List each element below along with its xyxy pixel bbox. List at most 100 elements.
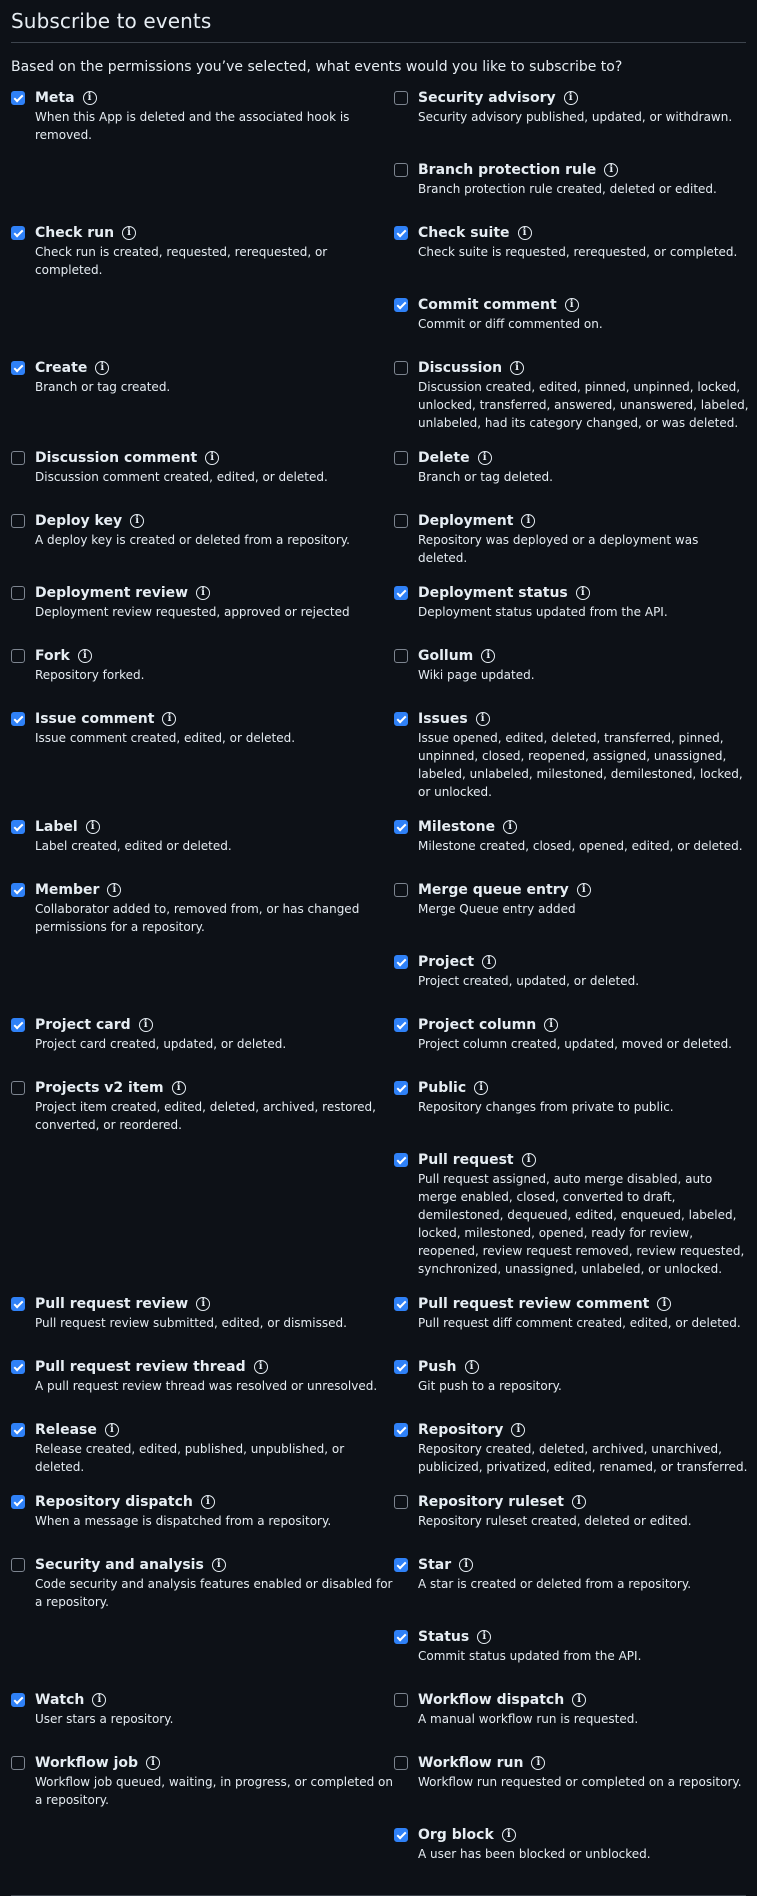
event-checkbox[interactable]	[11, 514, 25, 528]
event-title[interactable]: Projects v2 item i	[35, 1079, 394, 1097]
info-icon[interactable]: i	[107, 883, 122, 897]
event-checkbox[interactable]	[394, 820, 408, 834]
info-icon[interactable]: i	[477, 1630, 492, 1644]
event-checkbox[interactable]	[11, 1756, 25, 1770]
info-icon[interactable]: i	[475, 712, 490, 726]
info-icon[interactable]: i	[253, 1360, 268, 1374]
event-checkbox[interactable]	[394, 1297, 408, 1311]
event-title[interactable]: Project card i	[35, 1016, 394, 1034]
event-title[interactable]: Create i	[35, 359, 394, 377]
event-title[interactable]: Discussion i	[418, 359, 750, 377]
event-checkbox[interactable]	[11, 361, 25, 375]
info-icon[interactable]: i	[85, 820, 100, 834]
info-icon[interactable]: i	[572, 1693, 587, 1707]
info-icon[interactable]: i	[196, 586, 211, 600]
info-icon[interactable]: i	[196, 1297, 211, 1311]
event-title[interactable]: Fork i	[35, 647, 394, 665]
event-title[interactable]: Workflow dispatch i	[418, 1691, 750, 1709]
info-icon[interactable]: i	[122, 226, 137, 240]
event-checkbox[interactable]	[11, 1693, 25, 1707]
event-title[interactable]: Discussion comment i	[35, 449, 394, 467]
info-icon[interactable]: i	[104, 1423, 119, 1437]
event-checkbox[interactable]	[394, 451, 408, 465]
event-title[interactable]: Star i	[418, 1556, 750, 1574]
info-icon[interactable]: i	[604, 163, 619, 177]
info-icon[interactable]: i	[92, 1693, 107, 1707]
event-checkbox[interactable]	[11, 1360, 25, 1374]
event-title[interactable]: Deploy key i	[35, 512, 394, 530]
info-icon[interactable]: i	[503, 820, 518, 834]
info-icon[interactable]: i	[517, 226, 532, 240]
event-title[interactable]: Deployment status i	[418, 584, 750, 602]
event-title[interactable]: Delete i	[418, 449, 750, 467]
event-checkbox[interactable]	[11, 91, 25, 105]
event-title[interactable]: Workflow run i	[418, 1754, 750, 1772]
info-icon[interactable]: i	[544, 1018, 559, 1032]
event-title[interactable]: Pull request i	[418, 1151, 750, 1169]
event-title[interactable]: Gollum i	[418, 647, 750, 665]
event-checkbox[interactable]	[11, 712, 25, 726]
info-icon[interactable]: i	[474, 1081, 489, 1095]
event-checkbox[interactable]	[11, 1081, 25, 1095]
info-icon[interactable]: i	[205, 451, 220, 465]
info-icon[interactable]: i	[477, 451, 492, 465]
event-title[interactable]: Project column i	[418, 1016, 750, 1034]
event-title[interactable]: Check suite i	[418, 224, 750, 242]
event-title[interactable]: Project i	[418, 953, 750, 971]
event-checkbox[interactable]	[11, 586, 25, 600]
event-checkbox[interactable]	[394, 1018, 408, 1032]
event-title[interactable]: Org block i	[418, 1826, 750, 1844]
event-checkbox[interactable]	[394, 883, 408, 897]
event-checkbox[interactable]	[11, 649, 25, 663]
event-title[interactable]: Milestone i	[418, 818, 750, 836]
event-checkbox[interactable]	[394, 1693, 408, 1707]
info-icon[interactable]: i	[162, 712, 177, 726]
info-icon[interactable]: i	[531, 1756, 546, 1770]
event-checkbox[interactable]	[394, 1630, 408, 1644]
event-checkbox[interactable]	[394, 226, 408, 240]
event-checkbox[interactable]	[11, 226, 25, 240]
event-checkbox[interactable]	[11, 1495, 25, 1509]
info-icon[interactable]: i	[95, 361, 110, 375]
event-checkbox[interactable]	[394, 712, 408, 726]
event-title[interactable]: Pull request review comment i	[418, 1295, 750, 1313]
event-checkbox[interactable]	[394, 955, 408, 969]
info-icon[interactable]: i	[211, 1558, 226, 1572]
event-checkbox[interactable]	[11, 1018, 25, 1032]
event-checkbox[interactable]	[394, 1081, 408, 1095]
event-checkbox[interactable]	[11, 451, 25, 465]
event-title[interactable]: Merge queue entry i	[418, 881, 750, 899]
event-title[interactable]: Push i	[418, 1358, 750, 1376]
event-checkbox[interactable]	[394, 163, 408, 177]
event-title[interactable]: Check run i	[35, 224, 394, 242]
info-icon[interactable]: i	[511, 1423, 526, 1437]
event-checkbox[interactable]	[11, 1558, 25, 1572]
event-checkbox[interactable]	[394, 1153, 408, 1167]
event-title[interactable]: Repository i	[418, 1421, 750, 1439]
info-icon[interactable]: i	[459, 1558, 474, 1572]
info-icon[interactable]: i	[575, 586, 590, 600]
event-checkbox[interactable]	[394, 1495, 408, 1509]
info-icon[interactable]: i	[576, 883, 591, 897]
info-icon[interactable]: i	[146, 1756, 161, 1770]
info-icon[interactable]: i	[510, 361, 525, 375]
event-checkbox[interactable]	[394, 1828, 408, 1842]
event-title[interactable]: Deployment review i	[35, 584, 394, 602]
event-title[interactable]: Issue comment i	[35, 710, 394, 728]
info-icon[interactable]: i	[501, 1828, 516, 1842]
event-title[interactable]: Issues i	[418, 710, 750, 728]
info-icon[interactable]: i	[130, 514, 145, 528]
event-checkbox[interactable]	[394, 649, 408, 663]
info-icon[interactable]: i	[482, 955, 497, 969]
event-title[interactable]: Commit comment i	[418, 296, 750, 314]
info-icon[interactable]: i	[200, 1495, 215, 1509]
event-checkbox[interactable]	[394, 1423, 408, 1437]
event-title[interactable]: Repository ruleset i	[418, 1493, 750, 1511]
event-checkbox[interactable]	[394, 298, 408, 312]
event-title[interactable]: Security and analysis i	[35, 1556, 394, 1574]
info-icon[interactable]: i	[171, 1081, 186, 1095]
event-title[interactable]: Pull request review i	[35, 1295, 394, 1313]
info-icon[interactable]: i	[82, 91, 97, 105]
info-icon[interactable]: i	[564, 298, 579, 312]
info-icon[interactable]: i	[481, 649, 496, 663]
